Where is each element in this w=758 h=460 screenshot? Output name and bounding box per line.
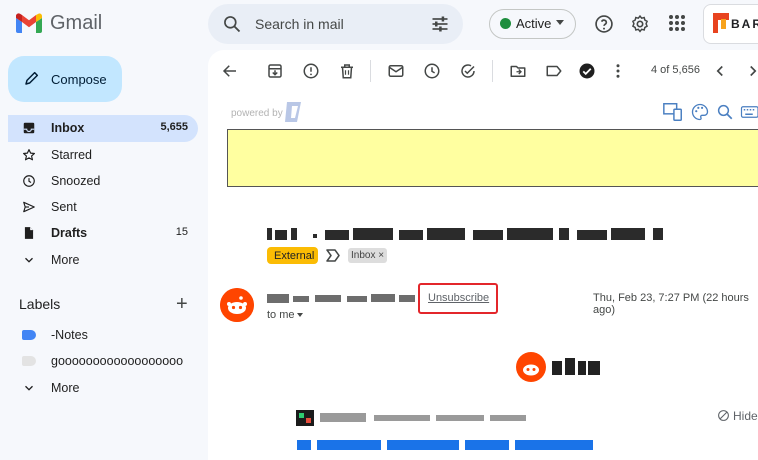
archive-icon[interactable] <box>266 62 284 80</box>
toolbar-divider <box>492 60 493 82</box>
sidebar-item-count: 5,655 <box>160 121 188 133</box>
sender-name-redacted <box>267 292 417 304</box>
brand-logo-icon <box>713 13 729 33</box>
devices-icon[interactable] <box>662 101 684 123</box>
label-tag-icon <box>22 330 36 340</box>
chevron-left-icon[interactable] <box>711 62 729 80</box>
sidebar-label-notes[interactable]: -Notes <box>0 322 208 348</box>
email-brand-logo <box>516 350 606 384</box>
snooze-clock-icon[interactable] <box>423 62 441 80</box>
compose-label: Compose <box>51 72 107 87</box>
importance-marker-icon[interactable] <box>326 249 340 262</box>
move-to-folder-icon[interactable] <box>509 62 527 80</box>
send-icon <box>22 200 36 214</box>
pagination-count: 4 of 5,656 <box>651 64 700 76</box>
chevron-down-icon <box>22 253 36 267</box>
keyboard-icon[interactable] <box>740 103 758 121</box>
sidebar-item-label: More <box>51 253 79 267</box>
sidebar-item-label: Starred <box>51 148 92 162</box>
chevron-down-icon <box>22 381 36 395</box>
delete-trash-icon[interactable] <box>338 62 356 80</box>
subject-redacted <box>267 225 667 243</box>
chevron-right-icon[interactable] <box>744 62 758 80</box>
brand-text: BAR <box>731 17 758 31</box>
sidebar-item-inbox[interactable]: Inbox 5,655 <box>0 115 208 141</box>
sidebar-item-drafts[interactable]: Drafts 15 <box>0 220 208 246</box>
sidebar-item-label: Sent <box>51 200 77 214</box>
search-input[interactable]: Search in mail <box>255 16 344 32</box>
back-arrow-icon[interactable] <box>221 62 239 80</box>
extension-logo-icon <box>285 102 303 122</box>
hide-eye-off-icon[interactable] <box>717 409 730 422</box>
email-link-redacted[interactable] <box>297 438 597 452</box>
recipient-to-me[interactable]: to me <box>267 309 295 321</box>
labels-heading: Labels <box>19 296 60 312</box>
extension-banner <box>227 129 758 187</box>
magnifier-icon[interactable] <box>716 103 734 121</box>
mark-unread-icon[interactable] <box>387 62 405 80</box>
status-dot-icon <box>500 18 511 29</box>
sidebar-item-label: Inbox <box>51 121 84 135</box>
sidebar-item-label: Snoozed <box>51 174 100 188</box>
toolbar-divider <box>370 60 371 82</box>
status-label: Active <box>516 16 551 31</box>
apps-grid-icon[interactable] <box>668 14 686 32</box>
sidebar-item-starred[interactable]: Starred <box>0 142 208 168</box>
app-name: Gmail <box>50 12 102 35</box>
chip-close-icon[interactable]: × <box>378 250 384 261</box>
palette-icon[interactable] <box>690 102 710 122</box>
hide-images-button[interactable]: Hide <box>733 409 758 423</box>
more-vert-icon[interactable] <box>609 62 627 80</box>
search-icon[interactable] <box>222 14 242 34</box>
report-spam-icon[interactable] <box>302 62 320 80</box>
add-label-plus-icon[interactable]: + <box>176 296 188 312</box>
message-date: Thu, Feb 23, 7:27 PM (22 hours ago) <box>593 292 758 316</box>
help-icon[interactable] <box>594 14 614 34</box>
sidebar-item-label: -Notes <box>51 328 88 342</box>
sidebar-item-snoozed[interactable]: Snoozed <box>0 168 208 194</box>
sidebar-item-label: Drafts <box>51 226 87 240</box>
sidebar-item-sent[interactable]: Sent <box>0 194 208 220</box>
inbox-label-chip[interactable]: Inbox × <box>348 248 387 263</box>
external-badge-label: External <box>274 250 314 262</box>
settings-gear-icon[interactable] <box>630 14 650 34</box>
unsubscribe-link[interactable]: Unsubscribe <box>428 292 489 304</box>
sidebar-label-gooo[interactable]: goooooooooooooooooo <box>0 348 208 374</box>
label-tag-icon <box>22 356 36 366</box>
done-check-circle-icon[interactable] <box>578 62 596 80</box>
add-to-tasks-icon[interactable] <box>459 62 477 80</box>
sidebar-item-label: More <box>51 381 79 395</box>
details-caret-down-icon[interactable] <box>297 313 303 317</box>
email-sender-block-redacted <box>296 410 536 426</box>
inbox-chip-label: Inbox <box>351 250 375 261</box>
powered-by-text: powered by <box>231 108 283 119</box>
search-options-icon[interactable] <box>430 14 450 34</box>
clock-icon <box>22 174 36 188</box>
sidebar-item-more[interactable]: More <box>0 247 208 273</box>
draft-icon <box>22 226 36 240</box>
inbox-icon <box>22 121 36 135</box>
sidebar-item-label: goooooooooooooooooo <box>51 354 183 368</box>
caret-down-icon <box>556 20 564 25</box>
sender-avatar[interactable] <box>220 288 254 322</box>
star-icon <box>22 148 36 162</box>
pencil-icon <box>24 70 40 86</box>
gmail-logo-icon[interactable] <box>16 12 42 34</box>
sidebar-item-count: 15 <box>176 226 188 238</box>
label-tag-icon[interactable] <box>545 62 563 80</box>
sidebar-labels-more[interactable]: More <box>0 375 208 401</box>
